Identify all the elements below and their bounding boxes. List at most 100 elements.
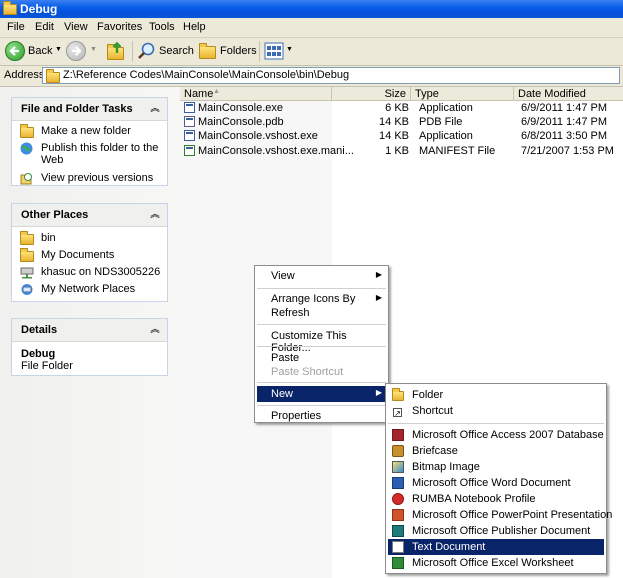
back-dropdown-icon[interactable]: ▼ bbox=[55, 46, 62, 53]
new-item-excel-worksheet[interactable]: Microsoft Office Excel Worksheet bbox=[388, 555, 604, 571]
search-label: Search bbox=[159, 45, 194, 57]
back-label: Back bbox=[28, 45, 53, 57]
forward-arrow-icon bbox=[66, 41, 86, 61]
network-places-icon bbox=[21, 284, 33, 295]
details-type: File Folder bbox=[21, 360, 73, 372]
menu-item-view[interactable]: View ▶ bbox=[257, 268, 386, 284]
new-item-rumba-profile[interactable]: RUMBA Notebook Profile bbox=[388, 491, 604, 507]
menu-view[interactable]: View bbox=[64, 21, 88, 33]
toolbar: Back ▼ ▼ Search Folders ▼ bbox=[0, 38, 623, 66]
address-path: Z:\Reference Codes\MainConsole\MainConso… bbox=[63, 69, 350, 81]
publisher-icon bbox=[392, 525, 404, 537]
menu-item-customize-folder[interactable]: Customize This Folder... bbox=[257, 328, 386, 354]
network-drive-icon bbox=[20, 267, 34, 279]
new-item-shortcut[interactable]: ↗ Shortcut bbox=[388, 403, 604, 419]
submenu-arrow-icon: ▶ bbox=[375, 270, 382, 279]
address-bar: Address Z:\Reference Codes\MainConsole\M… bbox=[0, 66, 623, 87]
back-arrow-icon bbox=[5, 41, 25, 61]
access-icon bbox=[392, 429, 404, 441]
my-documents-icon bbox=[20, 248, 34, 262]
folders-label: Folders bbox=[220, 45, 257, 57]
bitmap-icon bbox=[392, 461, 404, 473]
manifest-file-icon bbox=[184, 145, 195, 156]
table-row[interactable]: MainConsole.exe 6 KB Application 6/9/201… bbox=[180, 101, 623, 115]
table-row[interactable]: MainConsole.vshost.exe 14 KB Application… bbox=[180, 129, 623, 143]
title-bar[interactable]: Debug bbox=[0, 0, 623, 18]
folder-icon bbox=[392, 388, 404, 401]
powerpoint-icon bbox=[392, 509, 404, 521]
briefcase-icon bbox=[392, 445, 404, 457]
menu-help[interactable]: Help bbox=[183, 21, 206, 33]
menu-item-properties[interactable]: Properties bbox=[257, 408, 386, 424]
up-folder-button[interactable] bbox=[104, 40, 128, 63]
submenu-arrow-icon: ▶ bbox=[375, 388, 382, 397]
pdb-file-icon bbox=[184, 116, 195, 127]
folders-button[interactable]: Folders bbox=[196, 40, 257, 63]
menu-item-new[interactable]: New ▶ bbox=[257, 386, 386, 402]
menu-tools[interactable]: Tools bbox=[149, 21, 175, 33]
details-header[interactable]: Details ︽ bbox=[12, 319, 167, 342]
details-name: Debug bbox=[21, 348, 56, 360]
new-folder-icon bbox=[20, 124, 34, 138]
menu-edit[interactable]: Edit bbox=[35, 21, 54, 33]
new-item-word-document[interactable]: Microsoft Office Word Document bbox=[388, 475, 604, 491]
shortcut-icon: ↗ bbox=[393, 408, 402, 418]
collapse-chevron-icon[interactable]: ︽ bbox=[149, 208, 161, 220]
folder-icon bbox=[20, 231, 34, 245]
column-header-name[interactable]: Name ▲ bbox=[180, 87, 332, 101]
menu-file[interactable]: File bbox=[7, 21, 25, 33]
table-row[interactable]: MainConsole.vshost.exe.mani... 1 KB MANI… bbox=[180, 144, 623, 158]
address-label: Address bbox=[4, 69, 45, 81]
excel-icon bbox=[392, 557, 404, 569]
forward-button[interactable]: ▼ bbox=[66, 40, 98, 63]
views-dropdown-icon[interactable]: ▼ bbox=[286, 46, 293, 53]
new-submenu: Folder ↗ Shortcut Microsoft Office Acces… bbox=[385, 383, 612, 574]
forward-dropdown-icon[interactable]: ▼ bbox=[90, 46, 97, 53]
other-places-header[interactable]: Other Places ︽ bbox=[12, 204, 167, 227]
new-item-powerpoint[interactable]: Microsoft Office PowerPoint Presentation bbox=[388, 507, 612, 523]
submenu-arrow-icon: ▶ bbox=[375, 293, 382, 302]
address-input[interactable]: Z:\Reference Codes\MainConsole\MainConso… bbox=[42, 67, 620, 84]
previous-versions-icon bbox=[20, 173, 32, 185]
task-pane: File and Folder Tasks ︽ Make a new folde… bbox=[0, 87, 180, 578]
details-panel: Details ︽ Debug File Folder bbox=[11, 318, 168, 376]
new-item-folder[interactable]: Folder bbox=[388, 387, 604, 403]
views-button[interactable]: ▼ bbox=[263, 40, 295, 63]
collapse-chevron-icon[interactable]: ︽ bbox=[149, 102, 161, 114]
search-button[interactable]: Search bbox=[136, 40, 194, 63]
new-item-publisher[interactable]: Microsoft Office Publisher Document bbox=[388, 523, 604, 539]
context-menu: View ▶ Arrange Icons By ▶ Refresh Custom… bbox=[254, 265, 389, 423]
menu-item-paste-shortcut: Paste Shortcut bbox=[271, 366, 344, 378]
file-folder-tasks-header[interactable]: File and Folder Tasks ︽ bbox=[12, 98, 167, 121]
up-arrow-icon bbox=[112, 41, 122, 53]
column-header-type[interactable]: Type bbox=[411, 87, 514, 101]
collapse-chevron-icon[interactable]: ︽ bbox=[149, 323, 161, 335]
table-row[interactable]: MainConsole.pdb 14 KB PDB File 6/9/2011 … bbox=[180, 115, 623, 129]
rumba-icon bbox=[392, 493, 404, 505]
panel-title: File and Folder Tasks bbox=[21, 103, 133, 115]
back-button[interactable]: Back ▼ bbox=[3, 40, 63, 63]
folders-icon bbox=[199, 43, 216, 59]
exe-file-icon bbox=[184, 130, 195, 141]
other-places-panel: Other Places ︽ bin My Documents khasuc o… bbox=[11, 203, 168, 302]
new-item-text-document[interactable]: Text Document bbox=[388, 539, 604, 555]
sort-arrow-icon: ▲ bbox=[213, 88, 220, 95]
exe-file-icon bbox=[184, 102, 195, 113]
new-item-bitmap-image[interactable]: Bitmap Image bbox=[388, 459, 604, 475]
new-item-access-database[interactable]: Microsoft Office Access 2007 Database bbox=[388, 427, 604, 443]
text-document-icon bbox=[392, 541, 404, 553]
column-header-date-modified[interactable]: Date Modified bbox=[514, 87, 623, 101]
menu-bar: File Edit View Favorites Tools Help bbox=[0, 18, 623, 38]
window-title: Debug bbox=[20, 2, 58, 16]
menu-item-refresh[interactable]: Refresh bbox=[257, 305, 386, 321]
address-folder-icon bbox=[46, 69, 60, 83]
panel-title: Other Places bbox=[21, 209, 89, 221]
folder-icon bbox=[3, 1, 17, 15]
word-icon bbox=[392, 477, 404, 489]
panel-title: Details bbox=[21, 324, 58, 336]
menu-favorites[interactable]: Favorites bbox=[97, 21, 142, 33]
column-header-size[interactable]: Size bbox=[332, 87, 411, 101]
new-item-briefcase[interactable]: Briefcase bbox=[388, 443, 604, 459]
file-folder-tasks-panel: File and Folder Tasks ︽ Make a new folde… bbox=[11, 97, 168, 186]
search-icon bbox=[138, 42, 155, 59]
